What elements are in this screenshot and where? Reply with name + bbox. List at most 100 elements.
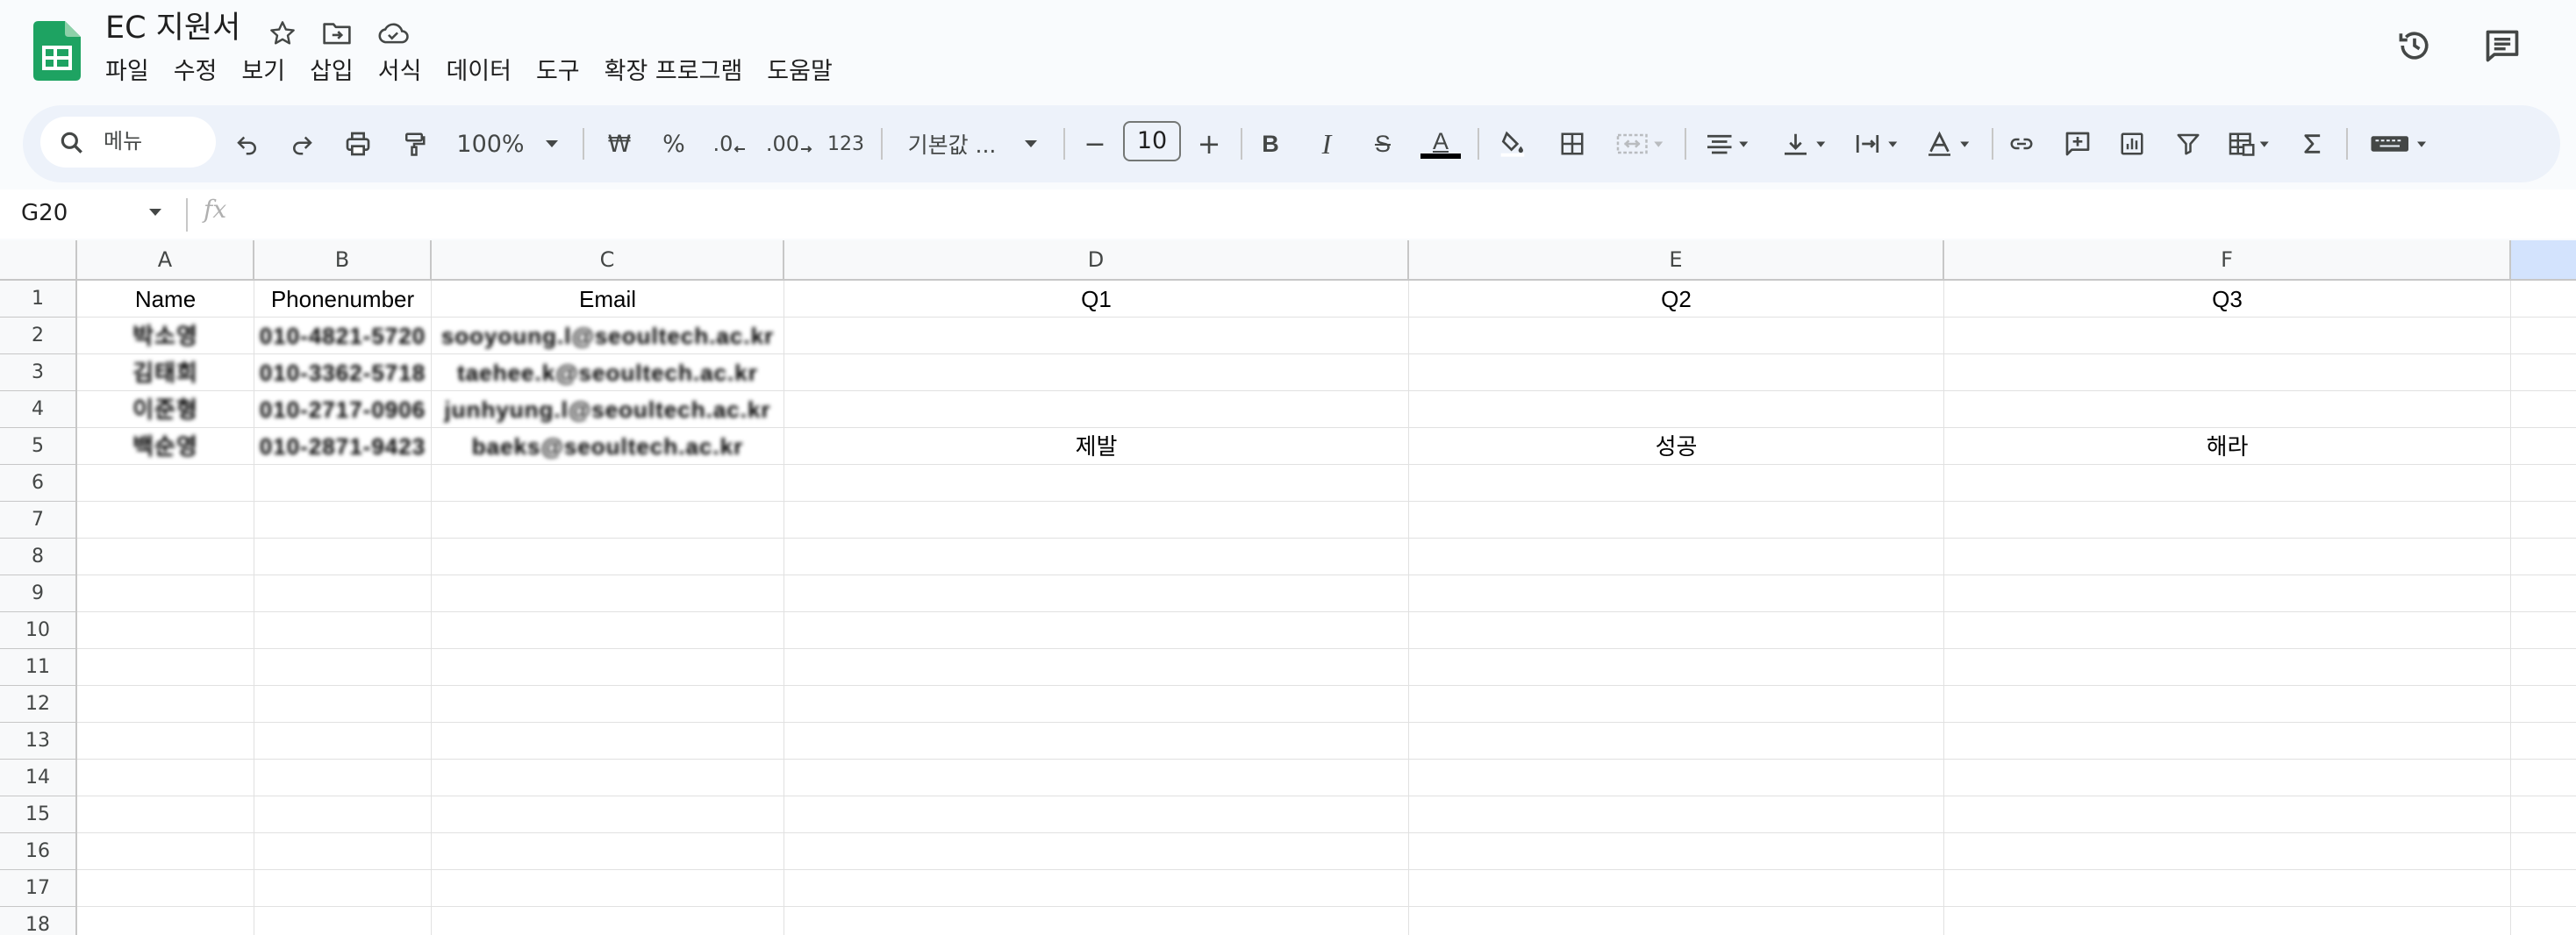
cell-g16[interactable] <box>2511 833 2576 870</box>
cell-e16[interactable] <box>1409 833 1944 870</box>
cell-b14[interactable] <box>254 760 432 796</box>
cell-c10[interactable] <box>432 612 784 649</box>
row-header-2[interactable]: 2 <box>0 318 77 354</box>
row-header-17[interactable]: 17 <box>0 870 77 907</box>
cell-a5[interactable]: 백순영 <box>77 428 254 465</box>
text-color-button[interactable]: A <box>1418 123 1463 165</box>
cell-g8[interactable] <box>2511 539 2576 575</box>
cell-b16[interactable] <box>254 833 432 870</box>
cell-g6[interactable] <box>2511 465 2576 502</box>
cell-g2[interactable] <box>2511 318 2576 354</box>
cell-d4[interactable] <box>784 391 1409 428</box>
cell-c12[interactable] <box>432 686 784 723</box>
text-rotation-icon[interactable] <box>1918 123 1983 165</box>
cell-b9[interactable] <box>254 575 432 612</box>
cell-f11[interactable] <box>1944 649 2511 686</box>
cell-g3[interactable] <box>2511 354 2576 391</box>
menu-extensions[interactable]: 확장 프로그램 <box>592 54 755 89</box>
column-header-f[interactable]: F <box>1944 240 2511 281</box>
currency-format-button[interactable]: ₩ <box>600 123 639 165</box>
decrease-font-size-button[interactable]: − <box>1076 123 1114 165</box>
cell-f7[interactable] <box>1944 502 2511 539</box>
row-header-15[interactable]: 15 <box>0 796 77 833</box>
cell-a8[interactable] <box>77 539 254 575</box>
cell-c1[interactable]: Email <box>432 281 784 318</box>
cell-c6[interactable] <box>432 465 784 502</box>
menu-insert[interactable]: 삽입 <box>297 54 366 89</box>
row-header-7[interactable]: 7 <box>0 502 77 539</box>
cell-d11[interactable] <box>784 649 1409 686</box>
cell-g18[interactable] <box>2511 907 2576 935</box>
cell-a18[interactable] <box>77 907 254 935</box>
chevron-down-icon[interactable] <box>147 207 163 218</box>
cell-g5[interactable] <box>2511 428 2576 465</box>
cell-f1[interactable]: Q3 <box>1944 281 2511 318</box>
horizontal-align-icon[interactable] <box>1697 123 1762 165</box>
cell-a14[interactable] <box>77 760 254 796</box>
cell-c11[interactable] <box>432 649 784 686</box>
cell-d7[interactable] <box>784 502 1409 539</box>
cell-b12[interactable] <box>254 686 432 723</box>
cell-a17[interactable] <box>77 870 254 907</box>
cell-f4[interactable] <box>1944 391 2511 428</box>
cell-f17[interactable] <box>1944 870 2511 907</box>
menu-file[interactable]: 파일 <box>93 54 161 89</box>
cell-e13[interactable] <box>1409 723 1944 760</box>
spreadsheet-grid[interactable]: A B C D E F 1 Name Phonenumber Email Q1 Q2 Q3 2 박소영 010… <box>0 240 2576 935</box>
row-header-6[interactable]: 6 <box>0 465 77 502</box>
undo-icon[interactable] <box>228 123 267 165</box>
move-to-folder-icon[interactable] <box>318 14 356 53</box>
decrease-decimal-button[interactable]: .0 <box>709 123 751 165</box>
cell-a12[interactable] <box>77 686 254 723</box>
cell-a10[interactable] <box>77 612 254 649</box>
cell-b2[interactable]: 010-4821-5720 <box>254 318 432 354</box>
menu-edit[interactable]: 수정 <box>161 54 230 89</box>
cell-g17[interactable] <box>2511 870 2576 907</box>
cell-e9[interactable] <box>1409 575 1944 612</box>
table-view-icon[interactable] <box>2220 123 2285 165</box>
cell-b1[interactable]: Phonenumber <box>254 281 432 318</box>
cell-c15[interactable] <box>432 796 784 833</box>
column-header-a[interactable]: A <box>77 240 254 281</box>
cell-e17[interactable] <box>1409 870 1944 907</box>
cell-b5[interactable]: 010-2871-9423 <box>254 428 432 465</box>
cell-d2[interactable] <box>784 318 1409 354</box>
filter-icon[interactable] <box>2169 123 2207 165</box>
cell-a9[interactable] <box>77 575 254 612</box>
cell-g12[interactable] <box>2511 686 2576 723</box>
row-header-4[interactable]: 4 <box>0 391 77 428</box>
cell-b18[interactable] <box>254 907 432 935</box>
menu-format[interactable]: 서식 <box>366 54 434 89</box>
cell-e15[interactable] <box>1409 796 1944 833</box>
cell-d17[interactable] <box>784 870 1409 907</box>
cell-f15[interactable] <box>1944 796 2511 833</box>
cell-f8[interactable] <box>1944 539 2511 575</box>
cell-d12[interactable] <box>784 686 1409 723</box>
cell-d9[interactable] <box>784 575 1409 612</box>
functions-icon[interactable] <box>2293 123 2332 165</box>
insert-comment-icon[interactable] <box>2058 123 2097 165</box>
cell-d3[interactable] <box>784 354 1409 391</box>
cell-b3[interactable]: 010-3362-5718 <box>254 354 432 391</box>
cell-c16[interactable] <box>432 833 784 870</box>
column-header-e[interactable]: E <box>1409 240 1944 281</box>
vertical-align-icon[interactable] <box>1774 123 1839 165</box>
font-size-input[interactable]: 10 <box>1123 121 1181 161</box>
row-header-3[interactable]: 3 <box>0 354 77 391</box>
cell-f13[interactable] <box>1944 723 2511 760</box>
cell-b15[interactable] <box>254 796 432 833</box>
italic-button[interactable]: I <box>1307 123 1346 165</box>
cell-g14[interactable] <box>2511 760 2576 796</box>
row-header-13[interactable]: 13 <box>0 723 77 760</box>
cell-c18[interactable] <box>432 907 784 935</box>
cell-a4[interactable]: 이준형 <box>77 391 254 428</box>
star-icon[interactable] <box>263 14 302 53</box>
cell-d1[interactable]: Q1 <box>784 281 1409 318</box>
cell-d5[interactable]: 제발 <box>784 428 1409 465</box>
paint-format-icon[interactable] <box>395 123 433 165</box>
cell-d18[interactable] <box>784 907 1409 935</box>
cell-e8[interactable] <box>1409 539 1944 575</box>
cell-d6[interactable] <box>784 465 1409 502</box>
cell-f9[interactable] <box>1944 575 2511 612</box>
row-header-16[interactable]: 16 <box>0 833 77 870</box>
